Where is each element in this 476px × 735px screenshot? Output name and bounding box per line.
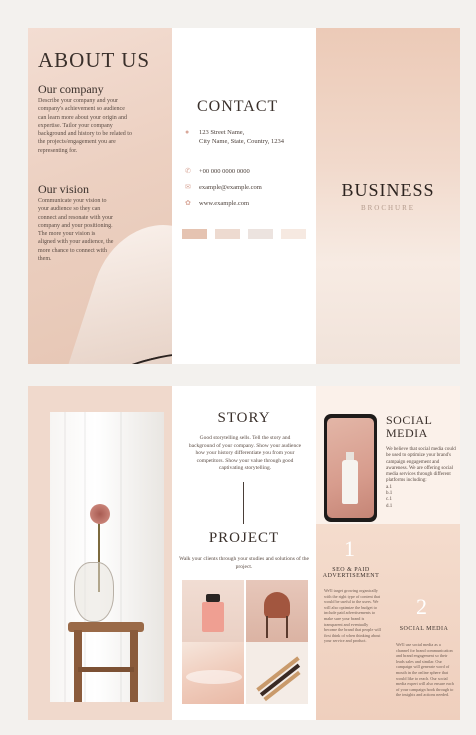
chair-photo — [246, 580, 308, 642]
cover-title: BUSINESS — [341, 180, 435, 200]
color-swatch — [182, 229, 207, 239]
vertical-divider — [243, 482, 244, 524]
location-pin-icon: ● — [185, 128, 190, 136]
address-row: ● 123 Street Name, City Name, State, Cou… — [185, 128, 284, 146]
glass-vase — [74, 562, 114, 622]
story-panel: STORY Good storytelling sells. Tell the … — [172, 386, 316, 720]
service-number-2: 2 — [416, 594, 427, 619]
color-swatch — [281, 229, 306, 239]
project-text: Walk your clients through your studies a… — [179, 556, 309, 570]
story-text: Good storytelling sells. Tell the story … — [188, 435, 302, 471]
envelope-icon: ✉ — [185, 183, 191, 191]
phone-icon: ✆ — [185, 167, 191, 175]
address-line-2: City Name, State, Country, 1234 — [199, 138, 284, 145]
company-text: Describe your company and your company's… — [38, 98, 132, 154]
phone-row: ✆ +00 000 0000 0000 — [185, 167, 250, 176]
project-title: PROJECT — [208, 530, 280, 546]
makeup-brushes-photo — [246, 642, 308, 704]
social-media-text: We believe that social media could be us… — [386, 447, 456, 509]
email-address: example@example.com — [199, 184, 262, 191]
cover-subtitle: BROCHURE — [360, 204, 416, 212]
bottle-image — [342, 460, 358, 504]
website-url: www.example.com — [199, 200, 250, 207]
color-swatch — [248, 229, 273, 239]
color-swatch — [215, 229, 240, 239]
service-1-title: SEO & PAID ADVERTISEMENT — [322, 567, 380, 579]
vision-text: Communicate your vision to your audience… — [38, 198, 114, 263]
about-panel: ABOUT US Our company Describe your compa… — [28, 28, 172, 364]
website-row: ✿ www.example.com — [185, 199, 249, 208]
phone-number: +00 000 0000 0000 — [199, 168, 250, 175]
phone-mockup — [324, 414, 377, 522]
social-media-title: SOCIAL MEDIA — [386, 413, 433, 440]
cover-panel: BUSINESS BROCHURE — [316, 28, 460, 364]
perfume-photo — [182, 580, 244, 642]
globe-icon: ✿ — [185, 199, 191, 207]
about-title: ABOUT US — [38, 48, 151, 72]
contact-panel: CONTACT ● 123 Street Name, City Name, St… — [172, 28, 316, 364]
company-heading: Our company — [38, 82, 104, 96]
flower-icon — [90, 504, 110, 524]
service-2-title: SOCIAL MEDIA — [399, 626, 449, 632]
social-media-panel: SOCIAL MEDIA We believe that social medi… — [316, 386, 460, 720]
cream-texture-photo — [182, 642, 244, 704]
platform-list: a.1 b.1 c.1 d.1 — [386, 484, 393, 509]
flower-vase-photo — [50, 412, 164, 702]
service-1-text: We'll target growing organically with th… — [324, 588, 381, 644]
vision-heading: Our vision — [38, 182, 89, 196]
service-2-text: We'll use social media as a channel for … — [396, 642, 454, 698]
story-title: STORY — [217, 410, 271, 426]
service-number-1: 1 — [344, 536, 355, 561]
contact-title: CONTACT — [197, 98, 279, 115]
email-row: ✉ example@example.com — [185, 183, 262, 192]
photo-panel — [28, 386, 172, 720]
address-line-1: 123 Street Name, — [199, 129, 245, 136]
